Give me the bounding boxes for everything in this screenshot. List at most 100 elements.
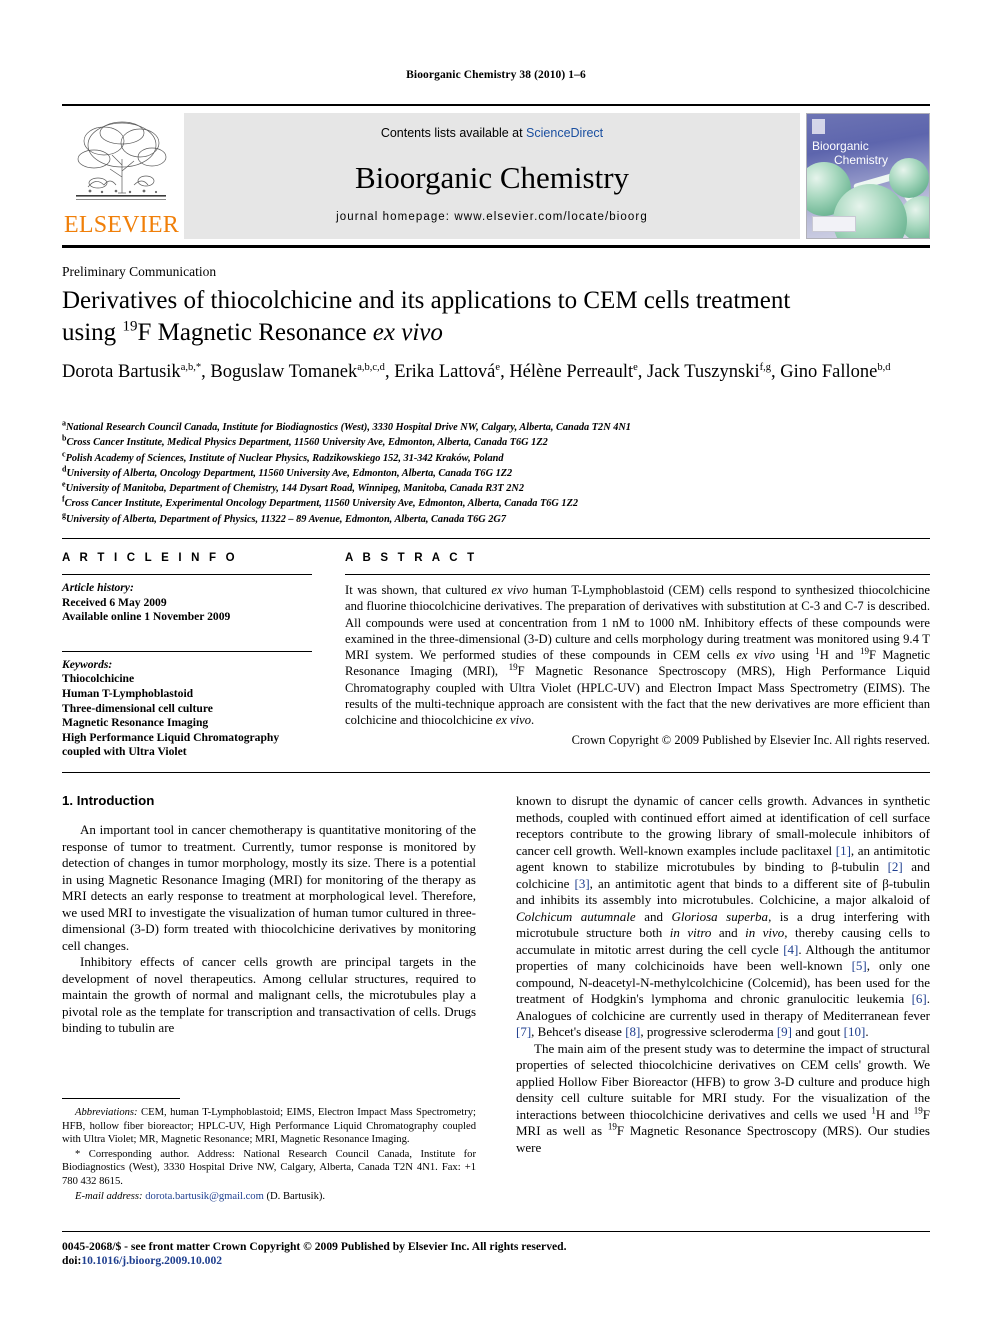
abbreviations-label: Abbreviations: xyxy=(75,1107,138,1118)
author-list: Dorota Bartusika,b,*, Boguslaw Tomaneka,… xyxy=(62,361,891,382)
citation-link[interactable]: [9] xyxy=(777,1024,792,1039)
citation-link[interactable]: [4] xyxy=(783,942,798,957)
keyword-item: High Performance Liquid Chromatography xyxy=(62,730,280,744)
author-name: Gino Fallone xyxy=(780,362,878,382)
abstract-copyright: Crown Copyright © 2009 Published by Else… xyxy=(571,732,930,747)
body-column-left: 1. Introduction An important tool in can… xyxy=(62,793,476,1037)
article-info-column: A R T I C L E I N F O Article history: R… xyxy=(62,552,312,760)
title-line-2-mid: F Magnetic Resonance xyxy=(137,319,373,346)
abstract-text: It was shown, that cultured ex vivo huma… xyxy=(345,583,931,728)
citation-link[interactable]: [6] xyxy=(912,991,927,1006)
article-history-label: Article history: xyxy=(62,581,134,594)
citation-link[interactable]: [8] xyxy=(625,1024,640,1039)
info-top-rule xyxy=(62,538,930,539)
cover-badge-icon xyxy=(812,216,856,232)
footnote-email: E-mail address: dorota.bartusik@gmail.co… xyxy=(62,1190,476,1204)
author-name: Hélène Perreault xyxy=(509,362,634,382)
abstract-heading: A B S T R A C T xyxy=(345,552,478,564)
keyword-item: Thiocolchicine xyxy=(62,672,135,686)
title-line-1: Derivatives of thiocolchicine and its ap… xyxy=(62,287,791,314)
masthead-bottom-rule xyxy=(62,245,930,248)
abstract-column: A B S T R A C T It was shown, that cultu… xyxy=(345,552,930,748)
author-name: Dorota Bartusik xyxy=(62,362,181,382)
footnote-abbreviations: Abbreviations: CEM, human T-Lymphoblasto… xyxy=(62,1106,476,1147)
author-affiliation-marks: f,g xyxy=(759,361,771,373)
author-name: Boguslaw Tomanek xyxy=(210,362,358,382)
citation-link[interactable]: [1] xyxy=(836,843,851,858)
author-affiliation-marks: a,b,* xyxy=(180,361,202,373)
author-name: Jack Tuszynski xyxy=(647,362,760,382)
keywords-block: Keywords: Thiocolchicine Human T-Lymphob… xyxy=(62,652,312,760)
keyword-item: Human T-Lymphoblastoid xyxy=(62,686,194,700)
email-label: E-mail address: xyxy=(75,1190,143,1202)
citation-link[interactable]: [3] xyxy=(574,876,589,891)
section-heading-introduction: 1. Introduction xyxy=(62,793,155,808)
issn-copyright-line: 0045-2068/$ - see front matter Crown Cop… xyxy=(62,1240,567,1253)
footnote-corresponding-author: * Corresponding author. Address: Nationa… xyxy=(62,1148,476,1187)
keywords-label: Keywords: xyxy=(62,657,113,671)
keyword-item: Magnetic Resonance Imaging xyxy=(62,716,209,730)
citation-link[interactable]: [7] xyxy=(516,1024,531,1039)
abstract-bottom-rule xyxy=(62,772,930,773)
affiliation-item: bCross Cancer Institute, Medical Physics… xyxy=(62,433,548,449)
running-head: Bioorganic Chemistry 38 (2010) 1–6 xyxy=(406,69,586,81)
contents-available-line: Contents lists available at ScienceDirec… xyxy=(184,126,800,140)
affiliation-item: aNational Research Council Canada, Insti… xyxy=(62,418,631,433)
paragraph: The main aim of the present study was to… xyxy=(516,1040,930,1155)
email-suffix: (D. Bartusik). xyxy=(263,1190,326,1202)
journal-homepage-link[interactable]: journal homepage: www.elsevier.com/locat… xyxy=(184,211,800,223)
paragraph: An important tool in cancer chemotherapy… xyxy=(62,822,476,953)
page-title: Derivatives of thiocolchicine and its ap… xyxy=(62,285,892,349)
footnotes: Abbreviations: CEM, human T-Lymphoblasto… xyxy=(62,1106,476,1204)
history-item: Available online 1 November 2009 xyxy=(62,610,231,624)
body-column-right: known to disrupt the dynamic of cancer c… xyxy=(516,793,930,1156)
affiliation-mark: e xyxy=(62,479,66,489)
citation-link[interactable]: [2] xyxy=(888,859,903,874)
affiliation-mark: f xyxy=(62,495,65,505)
paragraph: Inhibitory effects of cancer cells growt… xyxy=(62,954,476,1035)
affiliation-item: gUniversity of Alberta, Department of Ph… xyxy=(62,510,507,525)
affiliation-mark: g xyxy=(62,510,66,520)
author-affiliation-marks: b,d xyxy=(877,361,891,373)
affiliation-item: fCross Cancer Institute, Experimental On… xyxy=(62,495,579,510)
affiliation-item: dUniversity of Alberta, Oncology Departm… xyxy=(62,464,513,479)
footnote-rule xyxy=(62,1098,180,1100)
contents-prefix: Contents lists available at xyxy=(380,126,527,140)
paragraph: known to disrupt the dynamic of cancer c… xyxy=(516,793,931,1039)
affiliation-mark: b xyxy=(62,433,67,443)
article-info-heading: A R T I C L E I N F O xyxy=(62,552,238,564)
journal-cover-thumbnail: Bioorganic Chemistry xyxy=(806,113,930,239)
elsevier-tree-icon xyxy=(76,121,167,200)
email-link[interactable]: dorota.bartusik@gmail.com xyxy=(145,1191,264,1202)
keyword-item: coupled with Ultra Violet xyxy=(62,745,187,759)
author-affiliation-marks: a,b,c,d xyxy=(357,361,385,373)
title-isotope-superscript: 19 xyxy=(122,318,138,335)
article-page: Bioorganic Chemistry 38 (2010) 1–6 ELSEV… xyxy=(0,0,992,1323)
masthead-center-band: Contents lists available at ScienceDirec… xyxy=(184,113,800,239)
affiliation-mark: d xyxy=(62,464,67,474)
article-type: Preliminary Communication xyxy=(62,264,217,279)
history-item: Received 6 May 2009 xyxy=(62,595,167,609)
molecule-sphere-icon xyxy=(889,158,929,198)
journal-title: Bioorganic Chemistry xyxy=(354,160,630,195)
article-history-block: Article history: Received 6 May 2009 Ava… xyxy=(62,575,312,625)
elsevier-wordmark: ELSEVIER xyxy=(64,212,179,238)
affiliation-item: eUniversity of Manitoba, Department of C… xyxy=(62,479,524,495)
journal-masthead: ELSEVIER Contents lists available at Sci… xyxy=(62,104,930,242)
citation-link[interactable]: [5] xyxy=(852,958,867,973)
doi-line: doi:10.1016/j.bioorg.2009.10.002 xyxy=(62,1254,930,1268)
affiliation-item: cPolish Academy of Sciences, Institute o… xyxy=(62,449,504,464)
title-italic-phrase: ex vivo xyxy=(372,319,443,346)
affiliation-list: aNational Research Council Canada, Insti… xyxy=(62,418,942,527)
author-name: Erika Lattová xyxy=(394,362,496,382)
author-affiliation-marks: e xyxy=(633,361,638,373)
keyword-item: Three-dimensional cell culture xyxy=(62,701,213,715)
citation-link[interactable]: [10] xyxy=(844,1024,866,1039)
page-footer: 0045-2068/$ - see front matter Crown Cop… xyxy=(62,1240,930,1268)
affiliation-mark: a xyxy=(62,418,66,428)
cover-elsevier-mark-icon xyxy=(812,119,825,134)
author-affiliation-marks: e xyxy=(495,361,501,373)
doi-link[interactable]: 10.1016/j.bioorg.2009.10.002 xyxy=(81,1254,222,1267)
sciencedirect-link[interactable]: ScienceDirect xyxy=(526,126,603,140)
elsevier-logo: ELSEVIER xyxy=(62,113,180,239)
